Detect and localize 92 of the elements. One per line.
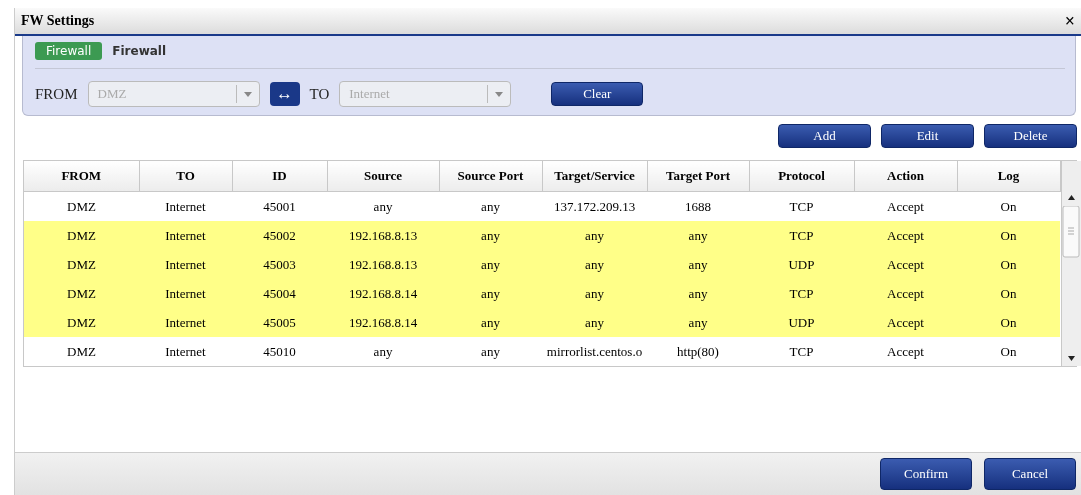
column-header[interactable]: Log: [957, 161, 1060, 192]
table-cell: 45003: [232, 250, 327, 279]
table-cell: Internet: [139, 191, 232, 221]
table-cell: 1688: [647, 191, 749, 221]
table-cell: 192.168.8.14: [327, 279, 439, 308]
scroll-thumb[interactable]: [1061, 206, 1080, 258]
table-cell: DMZ: [24, 250, 139, 279]
table-cell: On: [957, 337, 1060, 366]
table-cell: Accept: [854, 250, 957, 279]
table-cell: any: [439, 308, 542, 337]
table-cell: TCP: [749, 221, 854, 250]
table-cell: any: [647, 250, 749, 279]
table-cell: 192.168.8.14: [327, 308, 439, 337]
clear-button[interactable]: Clear: [551, 82, 644, 106]
from-label: FROM: [35, 85, 78, 103]
table-cell: any: [439, 279, 542, 308]
close-button[interactable]: ×: [1064, 12, 1075, 30]
table-cell: any: [327, 191, 439, 221]
table-cell: Internet: [139, 250, 232, 279]
table-cell: Internet: [139, 279, 232, 308]
column-header[interactable]: Source Port: [439, 161, 542, 192]
table-cell: Internet: [139, 308, 232, 337]
table-cell: 45005: [232, 308, 327, 337]
table-cell: any: [439, 337, 542, 366]
table-cell: Accept: [854, 221, 957, 250]
table-cell: TCP: [749, 337, 854, 366]
table-cell: http(80): [647, 337, 749, 366]
to-label: TO: [309, 85, 330, 103]
table-row[interactable]: DMZ Internet 45001 any any 137.172.209.13 1688 TCP Accept On: [24, 191, 1060, 221]
section-heading: Firewall: [112, 44, 167, 58]
table-cell: Accept: [854, 308, 957, 337]
table-cell: DMZ: [24, 221, 139, 250]
table-cell: DMZ: [24, 337, 139, 366]
table-cell: any: [439, 221, 542, 250]
action-button[interactable]: Delete: [984, 124, 1077, 148]
table-cell: any: [647, 221, 749, 250]
table-cell: any: [542, 221, 647, 250]
table-cell: 192.168.8.13: [327, 250, 439, 279]
table-row[interactable]: DMZ Internet 45004 192.168.8.14 any any any TCP Accept On: [24, 279, 1060, 308]
table-row[interactable]: DMZ Internet 45003 192.168.8.13 any any any UDP Accept On: [24, 250, 1060, 279]
window-title: FW Settings: [21, 13, 95, 29]
table-cell: On: [957, 279, 1060, 308]
column-header[interactable]: FROM: [24, 161, 139, 192]
action-button[interactable]: Edit: [881, 124, 974, 148]
cancel-button[interactable]: Cancel: [984, 458, 1076, 490]
swap-button[interactable]: ↔: [269, 82, 300, 106]
table-cell: UDP: [749, 308, 854, 337]
column-header[interactable]: Source: [327, 161, 439, 192]
table-cell: any: [439, 250, 542, 279]
table-cell: DMZ: [24, 191, 139, 221]
table-cell: 192.168.8.13: [327, 221, 439, 250]
column-header[interactable]: Target/Service: [542, 161, 647, 192]
table-cell: any: [327, 337, 439, 366]
table-cell: any: [439, 191, 542, 221]
table-cell: Internet: [139, 221, 232, 250]
caret-icon: [243, 91, 252, 97]
table-cell: Accept: [854, 337, 957, 366]
scrollbar[interactable]: [1060, 161, 1081, 366]
table-cell: 45004: [232, 279, 327, 308]
column-header[interactable]: TO: [139, 161, 232, 192]
table-cell: any: [542, 279, 647, 308]
table-cell: TCP: [749, 191, 854, 221]
table-cell: any: [647, 279, 749, 308]
column-header[interactable]: ID: [232, 161, 327, 192]
table-cell: 45010: [232, 337, 327, 366]
table-cell: On: [957, 308, 1060, 337]
table-cell: 45001: [232, 191, 327, 221]
table-cell: any: [542, 308, 647, 337]
table-row[interactable]: DMZ Internet 45005 192.168.8.14 any any any UDP Accept On: [24, 308, 1060, 337]
table-cell: Accept: [854, 279, 957, 308]
table-cell: any: [647, 308, 749, 337]
table-cell: Internet: [139, 337, 232, 366]
table-cell: UDP: [749, 250, 854, 279]
column-header[interactable]: Target Port: [647, 161, 749, 192]
table-cell: mirrorlist.centos.o: [542, 337, 647, 366]
table-cell: TCP: [749, 279, 854, 308]
table-cell: Accept: [854, 191, 957, 221]
action-button[interactable]: Add: [778, 124, 871, 148]
firewall-tag: Firewall: [35, 42, 103, 60]
table-cell: DMZ: [24, 279, 139, 308]
column-header[interactable]: Protocol: [749, 161, 854, 192]
column-header[interactable]: Action: [854, 161, 957, 192]
table-row[interactable]: DMZ Internet 45002 192.168.8.13 any any any TCP Accept On: [24, 221, 1060, 250]
caret-icon: [495, 91, 504, 97]
confirm-button[interactable]: Confirm: [880, 458, 972, 490]
table-cell: 45002: [232, 221, 327, 250]
table-cell: On: [957, 191, 1060, 221]
table-cell: 137.172.209.13: [542, 191, 647, 221]
table-cell: On: [957, 250, 1060, 279]
table-cell: DMZ: [24, 308, 139, 337]
table-cell: any: [542, 250, 647, 279]
table-cell: On: [957, 221, 1060, 250]
